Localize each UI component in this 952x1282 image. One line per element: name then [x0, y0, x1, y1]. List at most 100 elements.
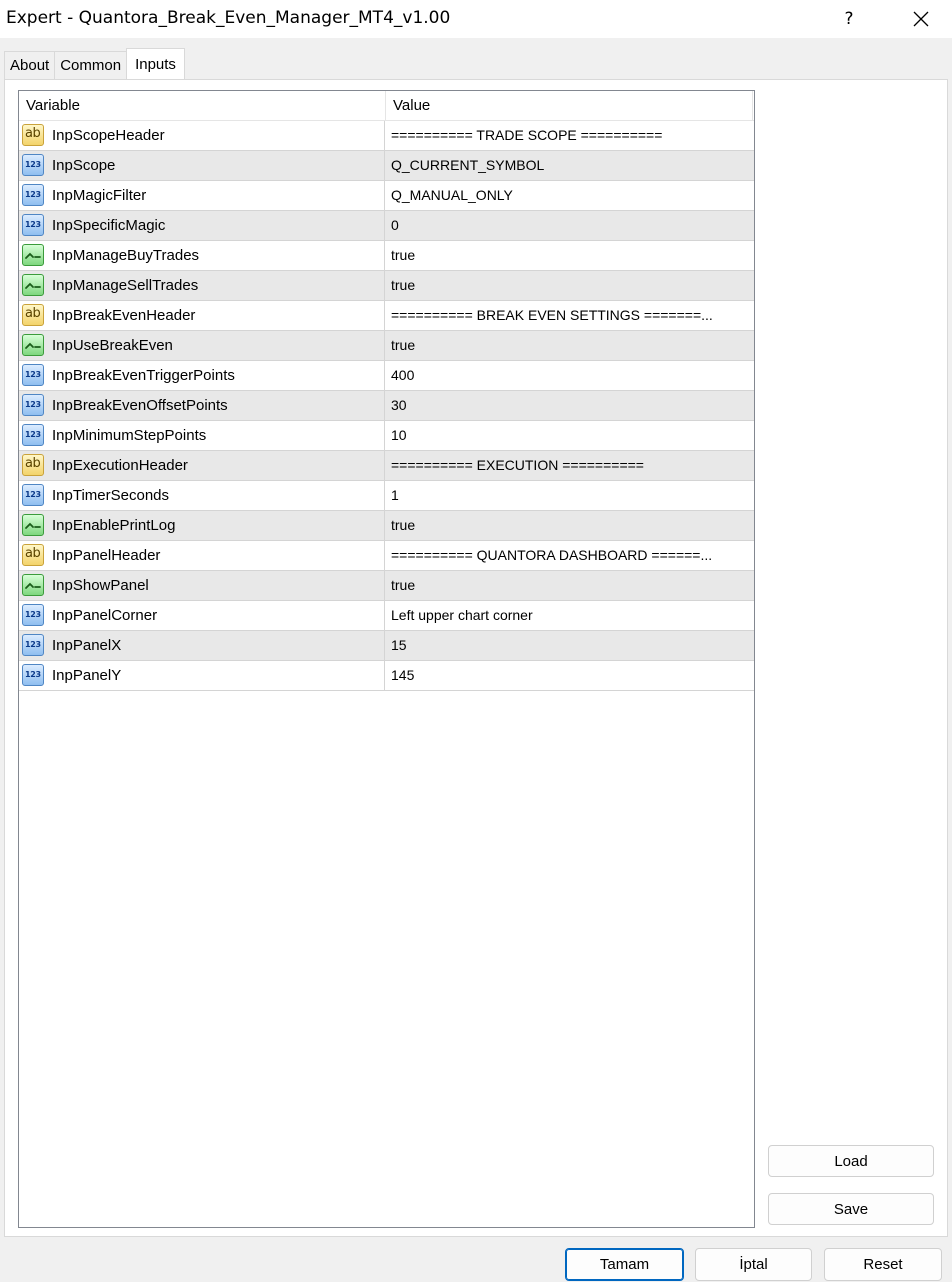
- value-cell[interactable]: ========== TRADE SCOPE ==========: [386, 121, 754, 150]
- variable-name: InpExecutionHeader: [52, 457, 188, 474]
- variable-cell[interactable]: 123 InpPanelX: [19, 631, 385, 660]
- column-header-value[interactable]: Value: [393, 97, 430, 114]
- column-divider[interactable]: [385, 91, 386, 121]
- icon-glyph: 123: [25, 430, 41, 439]
- save-button[interactable]: Save: [768, 1193, 934, 1225]
- load-button[interactable]: Load: [768, 1145, 934, 1177]
- table-row[interactable]: 123 InpPanelY 145: [19, 661, 754, 691]
- value-cell[interactable]: Left upper chart corner: [386, 601, 754, 630]
- integer-type-icon: 123: [22, 154, 44, 176]
- close-button[interactable]: [898, 0, 944, 38]
- variable-cell[interactable]: InpShowPanel: [19, 571, 385, 600]
- icon-glyph: ab: [25, 126, 41, 141]
- variable-cell[interactable]: ab InpBreakEvenHeader: [19, 301, 385, 330]
- table-row[interactable]: InpManageSellTrades true: [19, 271, 754, 301]
- variable-cell[interactable]: ab InpPanelHeader: [19, 541, 385, 570]
- variable-value: ========== TRADE SCOPE ==========: [391, 127, 663, 143]
- variable-cell[interactable]: 123 InpBreakEvenOffsetPoints: [19, 391, 385, 420]
- tab-common[interactable]: Common: [54, 51, 128, 79]
- value-cell[interactable]: ========== EXECUTION ==========: [386, 451, 754, 480]
- close-icon: [913, 11, 929, 27]
- variable-name: InpBreakEvenTriggerPoints: [52, 367, 235, 384]
- value-cell[interactable]: 15: [386, 631, 754, 660]
- cancel-button[interactable]: İptal: [695, 1248, 812, 1281]
- value-cell[interactable]: 30: [386, 391, 754, 420]
- variable-cell[interactable]: InpManageBuyTrades: [19, 241, 385, 270]
- variable-cell[interactable]: ab InpScopeHeader: [19, 121, 385, 150]
- icon-glyph: 123: [25, 670, 41, 679]
- table-row[interactable]: 123 InpBreakEvenOffsetPoints 30: [19, 391, 754, 421]
- help-button[interactable]: ?: [826, 0, 872, 38]
- reset-button[interactable]: Reset: [824, 1248, 942, 1281]
- variable-cell[interactable]: 123 InpTimerSeconds: [19, 481, 385, 510]
- value-cell[interactable]: Q_CURRENT_SYMBOL: [386, 151, 754, 180]
- table-row[interactable]: 123 InpTimerSeconds 1: [19, 481, 754, 511]
- variable-cell[interactable]: 123 InpScope: [19, 151, 385, 180]
- value-cell[interactable]: 145: [386, 661, 754, 690]
- table-row[interactable]: 123 InpScope Q_CURRENT_SYMBOL: [19, 151, 754, 181]
- variable-cell[interactable]: 123 InpSpecificMagic: [19, 211, 385, 240]
- table-row[interactable]: InpManageBuyTrades true: [19, 241, 754, 271]
- table-row[interactable]: InpUseBreakEven true: [19, 331, 754, 361]
- column-header-variable[interactable]: Variable: [26, 97, 80, 114]
- icon-glyph: ab: [25, 456, 41, 471]
- variable-cell[interactable]: 123 InpMinimumStepPoints: [19, 421, 385, 450]
- variable-cell[interactable]: 123 InpBreakEvenTriggerPoints: [19, 361, 385, 390]
- icon-glyph: 123: [25, 370, 41, 379]
- tab-inputs[interactable]: Inputs: [126, 48, 185, 79]
- integer-type-icon: 123: [22, 634, 44, 656]
- icon-glyph: 123: [25, 640, 41, 649]
- table-row[interactable]: InpEnablePrintLog true: [19, 511, 754, 541]
- icon-glyph: 123: [25, 190, 41, 199]
- value-cell[interactable]: 1: [386, 481, 754, 510]
- table-row[interactable]: 123 InpSpecificMagic 0: [19, 211, 754, 241]
- table-row[interactable]: 123 InpPanelCorner Left upper chart corner: [19, 601, 754, 631]
- grid-header: Variable Value: [19, 91, 754, 121]
- integer-type-icon: 123: [22, 364, 44, 386]
- variable-cell[interactable]: 123 InpPanelY: [19, 661, 385, 690]
- value-cell[interactable]: ========== BREAK EVEN SETTINGS =======..…: [386, 301, 754, 330]
- value-cell[interactable]: true: [386, 571, 754, 600]
- icon-glyph: 123: [25, 610, 41, 619]
- table-row[interactable]: 123 InpBreakEvenTriggerPoints 400: [19, 361, 754, 391]
- value-cell[interactable]: ========== QUANTORA DASHBOARD ======...: [386, 541, 754, 570]
- value-cell[interactable]: true: [386, 511, 754, 540]
- value-cell[interactable]: true: [386, 271, 754, 300]
- boolean-type-icon: [22, 514, 44, 536]
- variable-cell[interactable]: InpUseBreakEven: [19, 331, 385, 360]
- variable-cell[interactable]: ab InpExecutionHeader: [19, 451, 385, 480]
- variable-value: 0: [391, 217, 399, 233]
- variable-name: InpShowPanel: [52, 577, 149, 594]
- value-cell[interactable]: true: [386, 331, 754, 360]
- variable-cell[interactable]: InpEnablePrintLog: [19, 511, 385, 540]
- variable-value: true: [391, 577, 416, 593]
- table-row[interactable]: ab InpScopeHeader ========== TRADE SCOPE =…: [19, 121, 754, 151]
- icon-glyph: 123: [25, 400, 41, 409]
- table-row[interactable]: 123 InpMinimumStepPoints 10: [19, 421, 754, 451]
- variable-cell[interactable]: 123 InpPanelCorner: [19, 601, 385, 630]
- table-row[interactable]: ab InpBreakEvenHeader ========== BREAK EVE…: [19, 301, 754, 331]
- variable-cell[interactable]: InpManageSellTrades: [19, 271, 385, 300]
- table-row[interactable]: ab InpPanelHeader ========== QUANTORA DASH…: [19, 541, 754, 571]
- variable-value: Left upper chart corner: [391, 607, 533, 623]
- tab-strip: About Common Inputs: [4, 48, 185, 79]
- variable-cell[interactable]: 123 InpMagicFilter: [19, 181, 385, 210]
- value-cell[interactable]: Q_MANUAL_ONLY: [386, 181, 754, 210]
- table-row[interactable]: InpShowPanel true: [19, 571, 754, 601]
- variable-name: InpManageBuyTrades: [52, 247, 200, 264]
- value-cell[interactable]: true: [386, 241, 754, 270]
- value-cell[interactable]: 10: [386, 421, 754, 450]
- value-cell[interactable]: 400: [386, 361, 754, 390]
- variable-value: Q_CURRENT_SYMBOL: [391, 157, 545, 173]
- table-row[interactable]: 123 InpPanelX 15: [19, 631, 754, 661]
- inputs-grid[interactable]: Variable Value ab InpScopeHeader =========…: [18, 90, 755, 1228]
- table-row[interactable]: ab InpExecutionHeader ========== EXECUTION…: [19, 451, 754, 481]
- ok-button[interactable]: Tamam: [565, 1248, 684, 1281]
- value-cell[interactable]: 0: [386, 211, 754, 240]
- variable-value: true: [391, 247, 416, 263]
- table-row[interactable]: 123 InpMagicFilter Q_MANUAL_ONLY: [19, 181, 754, 211]
- string-type-icon: ab: [22, 304, 44, 326]
- integer-type-icon: 123: [22, 604, 44, 626]
- tab-about[interactable]: About: [4, 51, 56, 79]
- variable-value: 30: [391, 397, 407, 413]
